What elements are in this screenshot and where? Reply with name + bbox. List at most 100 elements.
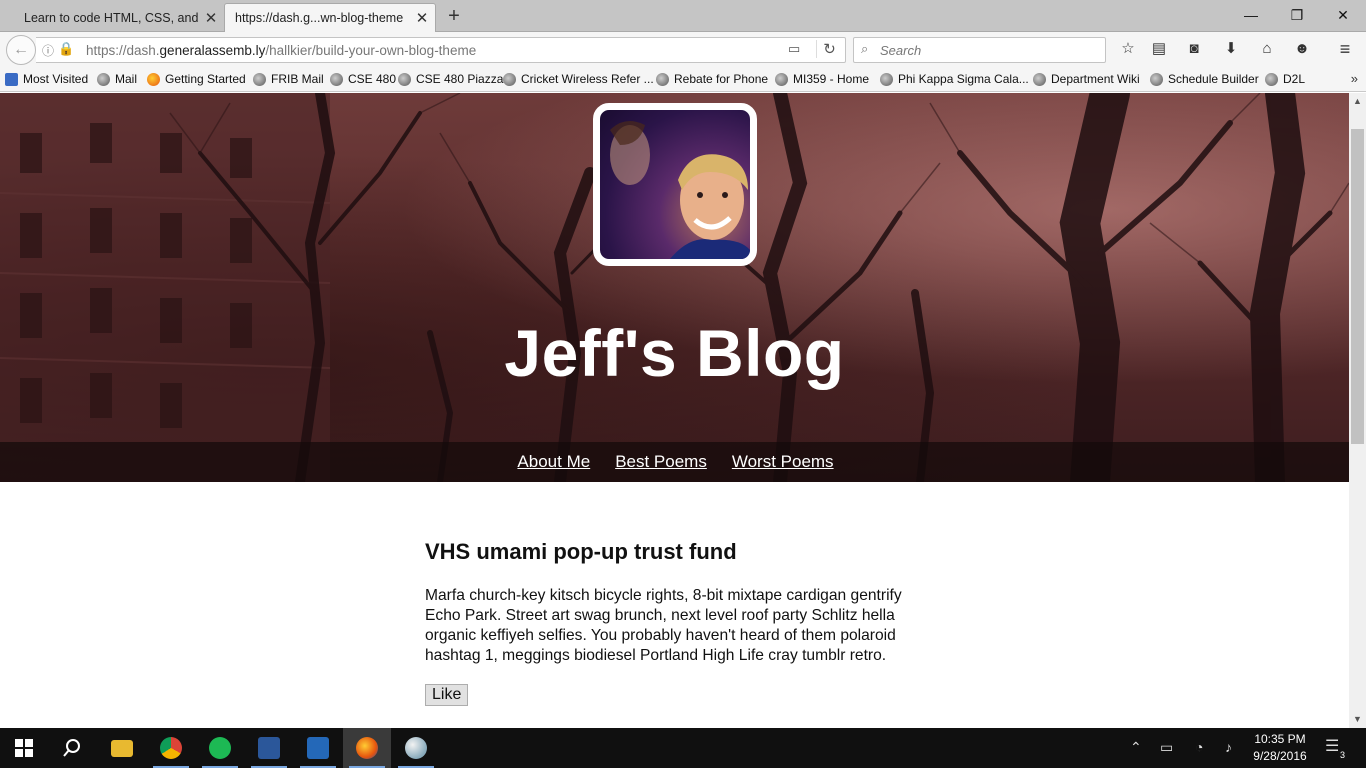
bookmark-phi-kappa-sigma[interactable]: Phi Kappa Sigma Cala... — [880, 72, 1029, 86]
chat-icon[interactable]: ☻ — [1291, 38, 1313, 60]
taskbar-search-button[interactable] — [48, 728, 96, 768]
taskbar-firefox[interactable] — [343, 728, 391, 768]
reload-icon[interactable]: ↻ — [816, 40, 842, 58]
bookmark-cricket-wireless[interactable]: Cricket Wireless Refer ... — [503, 72, 654, 86]
globe-icon — [656, 72, 669, 86]
bookmark-label: MI359 - Home — [793, 72, 870, 86]
chevron-right-icon[interactable]: » — [1351, 71, 1358, 86]
reader-view-icon[interactable]: ▭ — [788, 41, 800, 57]
new-tab-button[interactable]: + — [442, 4, 466, 28]
spotify-icon — [209, 737, 231, 759]
blog-title: Jeff's Blog — [504, 316, 845, 390]
taskbar-chrome[interactable] — [147, 728, 195, 768]
page-scrollbar[interactable]: ▲ ▼ — [1349, 93, 1366, 728]
reading-list-icon[interactable]: ▤ — [1148, 38, 1170, 60]
scroll-down-icon[interactable]: ▼ — [1349, 711, 1366, 728]
start-button[interactable] — [0, 728, 48, 768]
minimize-button[interactable]: — — [1228, 0, 1274, 30]
tab-blog-theme[interactable]: https://dash.g...wn-blog-theme ✕ — [224, 3, 436, 32]
bookmarks-toolbar: Most Visited Mail Getting Started FRIB M… — [0, 68, 1366, 92]
bookmark-label: Rebate for Phone — [674, 72, 769, 86]
bookmark-cse-480-piazza[interactable]: CSE 480 Piazza — [398, 72, 503, 86]
bookmark-star-icon[interactable]: ☆ — [1117, 38, 1139, 60]
bookmark-label: Schedule Builder — [1168, 72, 1259, 86]
restore-button[interactable]: ❐ — [1274, 0, 1320, 30]
bookmark-mail[interactable]: Mail — [97, 72, 137, 86]
blog-post: VHS umami pop-up trust fund Marfa church… — [425, 539, 925, 706]
taskbar-paint[interactable] — [392, 728, 440, 768]
bookmark-d2l[interactable]: D2L — [1265, 72, 1305, 86]
post-body: Marfa church-key kitsch bicycle rights, … — [425, 587, 902, 664]
bookmark-cse-480[interactable]: CSE 480 — [330, 72, 396, 86]
bookmark-getting-started[interactable]: Getting Started — [147, 72, 246, 86]
lock-warning-icon[interactable]: 🔒 — [58, 41, 74, 57]
bookmark-label: Cricket Wireless Refer ... — [521, 72, 654, 86]
windows-taskbar: ⌃ ▭ ◔ ♪ 10:35 PM 9/28/2016 ☰ 3 — [0, 728, 1366, 768]
scroll-up-icon[interactable]: ▲ — [1349, 93, 1366, 110]
hero-header: Jeff's Blog About Me Best Poems Worst Po… — [0, 93, 1349, 482]
search-bar[interactable]: ⌕ Search — [853, 37, 1106, 63]
globe-icon — [1150, 72, 1163, 86]
pocket-icon[interactable]: ◙ — [1183, 38, 1205, 60]
tab-title: https://dash.g...wn-blog-theme — [235, 11, 404, 25]
scrollbar-thumb[interactable] — [1351, 129, 1364, 444]
url-domain: generalassemb.ly — [159, 43, 266, 58]
tab-strip: Learn to code HTML, CSS, and... ✕ https:… — [0, 0, 1366, 32]
home-icon[interactable]: ⌂ — [1256, 38, 1278, 60]
nav-link-about-me[interactable]: About Me — [517, 452, 590, 472]
close-icon[interactable]: ✕ — [409, 9, 435, 27]
powershell-icon — [307, 737, 329, 759]
bookmark-label: FRIB Mail — [271, 72, 324, 86]
bookmark-label: CSE 480 — [348, 72, 397, 86]
bookmark-label: Most Visited — [23, 72, 89, 86]
globe-icon — [1265, 72, 1278, 86]
profile-avatar — [593, 103, 757, 266]
menu-icon[interactable]: ≡ — [1334, 38, 1356, 60]
globe-icon — [880, 72, 893, 86]
taskbar-file-explorer[interactable] — [98, 728, 146, 768]
url-text[interactable]: https://dash.generalassemb.ly/hallkier/b… — [86, 43, 476, 58]
post-title: VHS umami pop-up trust fund — [425, 539, 737, 564]
taskbar-spotify[interactable] — [196, 728, 244, 768]
blog-nav: About Me Best Poems Worst Poems — [0, 442, 1349, 482]
bookmark-schedule-builder[interactable]: Schedule Builder — [1150, 72, 1259, 86]
bookmark-label: CSE 480 Piazza — [416, 72, 504, 86]
volume-icon[interactable]: ♪ — [1225, 739, 1232, 755]
download-icon[interactable]: ⬇ — [1220, 38, 1242, 60]
wifi-icon[interactable]: ◔ — [1195, 739, 1203, 755]
system-clock[interactable]: 10:35 PM 9/28/2016 — [1240, 731, 1320, 765]
taskbar-word[interactable] — [245, 728, 293, 768]
globe-icon — [398, 72, 411, 86]
bookmark-rebate-for-phone[interactable]: Rebate for Phone — [656, 72, 768, 86]
bookmark-frib-mail[interactable]: FRIB Mail — [253, 72, 324, 86]
chevron-up-icon[interactable]: ⌃ — [1130, 739, 1142, 756]
url-prefix: https://dash. — [86, 43, 160, 58]
taskbar-powershell[interactable] — [294, 728, 342, 768]
tab-learn-to-code[interactable]: Learn to code HTML, CSS, and... ✕ — [0, 3, 224, 32]
close-icon[interactable]: ✕ — [198, 9, 224, 27]
bookmark-label: Getting Started — [165, 72, 246, 86]
bookmark-label: Mail — [115, 72, 138, 86]
globe-icon — [97, 72, 110, 86]
nav-link-best-poems[interactable]: Best Poems — [615, 452, 707, 472]
url-bar[interactable]: ⓘ 🔒 https://dash.generalassemb.ly/hallki… — [36, 37, 846, 63]
bookmark-mi359-home[interactable]: MI359 - Home — [775, 72, 869, 86]
paint-icon — [405, 737, 427, 759]
battery-icon[interactable]: ▭ — [1160, 739, 1173, 756]
firefox-icon — [147, 72, 160, 86]
navigation-toolbar: ← ⓘ 🔒 https://dash.generalassemb.ly/hall… — [0, 32, 1366, 68]
search-placeholder: Search — [880, 43, 922, 58]
tab-title: Learn to code HTML, CSS, and... — [24, 10, 198, 25]
search-icon — [63, 739, 80, 757]
globe-icon — [253, 72, 266, 86]
close-window-button[interactable]: ✕ — [1320, 0, 1366, 30]
bookmark-department-wiki[interactable]: Department Wiki — [1033, 72, 1140, 86]
word-icon — [258, 737, 280, 759]
like-button[interactable]: Like — [425, 684, 469, 706]
bookmark-label: Phi Kappa Sigma Cala... — [898, 72, 1029, 86]
back-button[interactable]: ← — [6, 35, 36, 65]
globe-icon — [1033, 72, 1046, 86]
bookmark-most-visited[interactable]: Most Visited — [5, 72, 88, 86]
nav-link-worst-poems[interactable]: Worst Poems — [732, 452, 834, 472]
info-icon[interactable]: ⓘ — [42, 42, 54, 59]
